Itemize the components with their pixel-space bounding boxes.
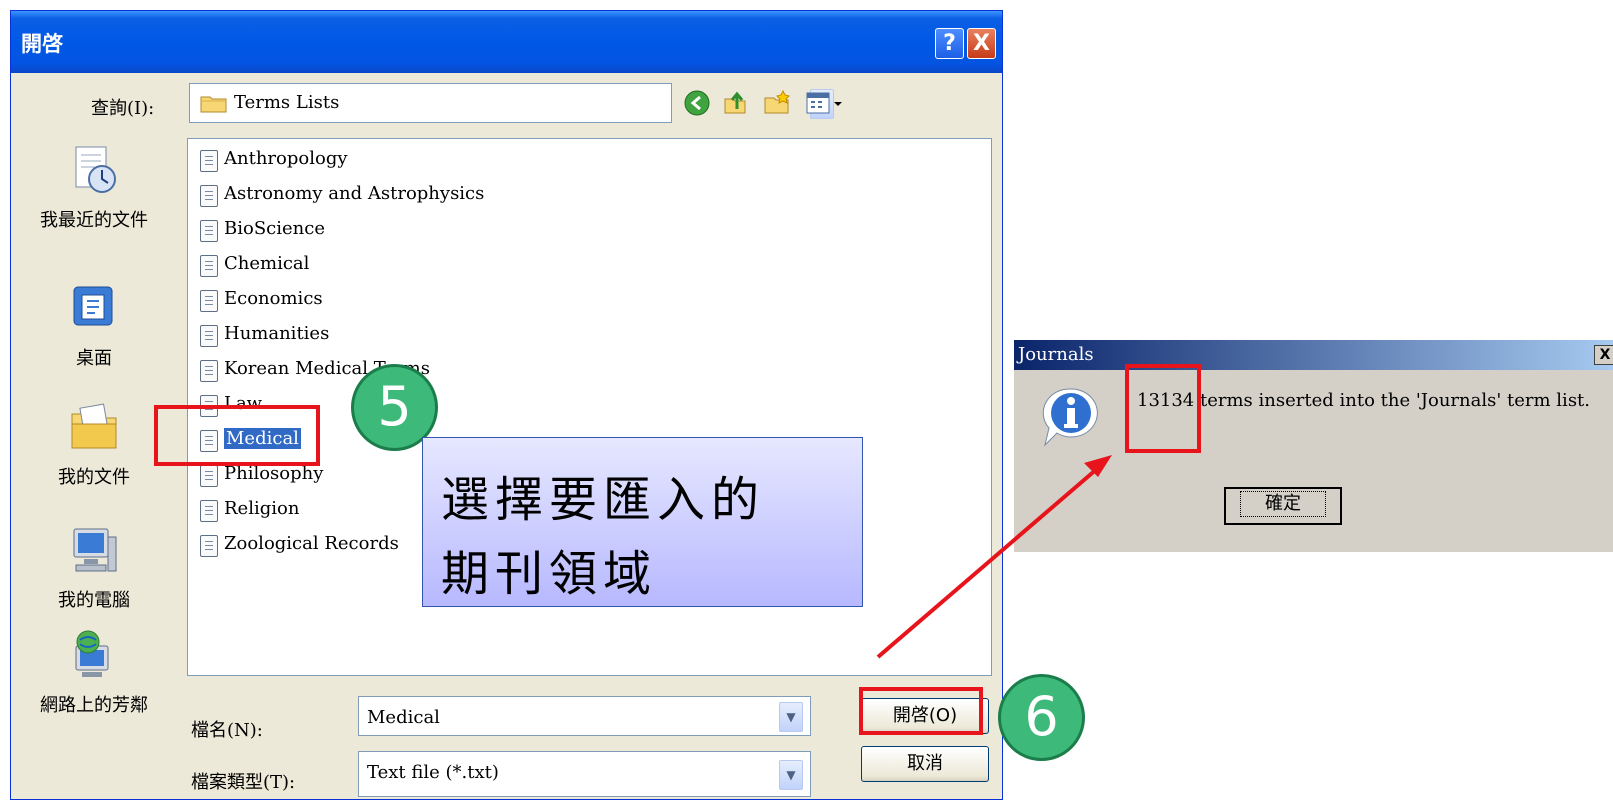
journals-message-box: Journals X 13134 terms inserted into the… [1013, 340, 1613, 552]
view-menu-icon[interactable] [805, 89, 845, 117]
journals-close-button[interactable]: X [1594, 345, 1613, 365]
new-folder-icon[interactable] [763, 89, 791, 117]
network-places-icon [75, 630, 109, 677]
place-recent-documents[interactable]: 我最近的文件 [14, 143, 174, 232]
text-file-icon [200, 360, 218, 382]
note-line: 期刊領域 [441, 546, 658, 602]
file-item-chemical[interactable]: Chemical [196, 248, 536, 282]
place-label: 我的電腦 [58, 590, 130, 611]
file-item-economics[interactable]: Economics [196, 283, 536, 317]
chevron-down-icon[interactable]: ▼ [779, 760, 803, 790]
file-name-field[interactable]: Medical ▼ [358, 696, 811, 736]
place-label: 我最近的文件 [40, 210, 148, 231]
file-name: Zoological Records [224, 533, 399, 554]
look-in-dropdown[interactable]: Terms Lists ▼ [189, 83, 834, 123]
file-name: Humanities [224, 323, 330, 344]
cancel-button[interactable]: 取消 [861, 746, 989, 782]
file-name: Astronomy and Astrophysics [224, 183, 485, 204]
file-name: Philosophy [224, 463, 324, 484]
file-item-anthropology[interactable]: Anthropology [196, 143, 536, 177]
text-file-icon [200, 325, 218, 347]
folder-icon [200, 96, 227, 113]
file-item-bioscience[interactable]: BioScience [196, 213, 536, 247]
my-documents-icon [71, 403, 117, 449]
file-type-label: 檔案類型(T): [191, 772, 296, 793]
ok-button-label: 確定 [1240, 491, 1326, 517]
step-6-badge: 6 [998, 674, 1085, 761]
highlight-medical [154, 405, 320, 466]
text-file-icon [200, 535, 218, 557]
file-item-astronomy[interactable]: Astronomy and Astrophysics [196, 178, 536, 212]
ok-button[interactable]: 確定 [1224, 487, 1342, 525]
text-file-icon [200, 185, 218, 207]
place-label: 網路上的芳鄰 [40, 695, 148, 716]
file-name: Religion [224, 498, 300, 519]
file-name: Economics [224, 288, 323, 309]
journals-message: terms inserted into the 'Journals' term … [1200, 390, 1591, 411]
text-file-icon [200, 220, 218, 242]
file-type-value: Text file (*.txt) [367, 762, 499, 783]
place-my-computer[interactable]: 我的電腦 [14, 523, 174, 612]
instruction-note: 選擇要匯入的 期刊領域 [422, 437, 863, 607]
file-item-humanities[interactable]: Humanities [196, 318, 536, 352]
open-dialog-titlebar[interactable]: 開啓 ? X [11, 11, 1002, 73]
place-desktop[interactable]: 桌面 [14, 281, 174, 370]
desktop-icon [73, 286, 113, 326]
highlight-open-button [859, 687, 983, 735]
text-file-icon [200, 255, 218, 277]
note-line: 選擇要匯入的 [441, 472, 766, 528]
close-button[interactable]: X [967, 28, 996, 59]
look-in-label: 查詢(I): [91, 98, 155, 119]
recent-documents-icon [75, 146, 116, 193]
place-my-documents[interactable]: 我的文件 [14, 400, 174, 489]
look-in-value: Terms Lists [234, 92, 340, 113]
text-file-icon [200, 290, 218, 312]
chevron-down-icon[interactable]: ▼ [779, 702, 803, 732]
journals-title: Journals [1018, 344, 1094, 365]
text-file-icon [200, 150, 218, 172]
file-type-select[interactable]: Text file (*.txt) ▼ [358, 751, 811, 797]
place-label: 桌面 [76, 348, 112, 369]
text-file-icon [200, 500, 218, 522]
file-name: BioScience [224, 218, 325, 239]
file-name: Chemical [224, 253, 310, 274]
info-icon [1042, 388, 1098, 447]
place-label: 我的文件 [58, 467, 130, 488]
highlight-count [1125, 364, 1201, 453]
file-name-value: Medical [367, 707, 440, 728]
open-dialog-title: 開啓 [21, 32, 63, 56]
help-button[interactable]: ? [935, 28, 964, 59]
places-bar: 我最近的文件 桌面 我的文件 我的電腦 網路上的芳鄰 [14, 138, 174, 778]
back-icon[interactable] [683, 89, 711, 117]
place-network[interactable]: 網路上的芳鄰 [14, 628, 174, 717]
my-computer-icon [73, 528, 117, 572]
file-name: Anthropology [224, 148, 348, 169]
text-file-icon [200, 465, 218, 487]
up-folder-icon[interactable] [721, 89, 749, 117]
journals-titlebar[interactable]: Journals X [1014, 340, 1613, 370]
file-name-label: 檔名(N): [191, 720, 263, 741]
